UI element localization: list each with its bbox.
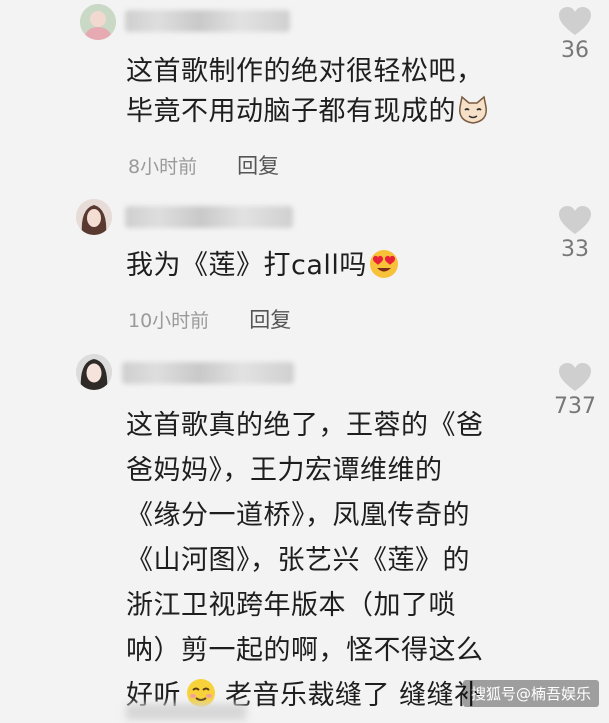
avatar-image [76, 199, 112, 235]
avatar-image [76, 354, 112, 390]
avatar[interactable] [76, 199, 112, 235]
heart-icon [559, 363, 591, 391]
heart-icon [559, 7, 591, 35]
username-blurred[interactable] [125, 206, 293, 228]
comment-meta: 8小时前 回复 [128, 150, 279, 180]
username-blurred[interactable] [125, 10, 290, 32]
comment-line: 《缘分一道桥》，凤凰传奇的 [126, 500, 470, 531]
comment-line: 我为《莲》打call吗 [126, 246, 401, 291]
like-count: 737 [554, 394, 596, 419]
comment-text: 这首歌制作的绝对很轻松吧， 毕竟不用动脑子都有现成的 [126, 52, 490, 137]
avatar-image [80, 4, 116, 40]
comment-line: 爸妈妈》，王力宏谭维维的 [126, 455, 443, 486]
heart-eyes-emoji-icon [367, 247, 401, 291]
cat-face-emoji-icon [456, 95, 490, 137]
comment-meta: 10小时前 回复 [128, 304, 291, 334]
reply-button[interactable]: 回复 [249, 308, 291, 332]
comment-line: 这首歌制作的绝对很轻松吧， [126, 56, 484, 87]
cut-off-text-line [126, 704, 246, 720]
like-button[interactable]: 737 [547, 362, 603, 419]
comment-line: 浙江卫视跨年版本（加了唢 [126, 590, 456, 621]
comment-line: 呐）剪一起的啊，怪不得这么 [126, 635, 484, 666]
watermark: 搜狐号@楠吾娱乐 [462, 680, 599, 707]
comment-line: 这首歌真的绝了，王蓉的《爸 [126, 410, 484, 441]
comment-text: 这首歌真的绝了，王蓉的《爸 爸妈妈》，王力宏谭维维的 《缘分一道桥》，凤凰传奇的… [126, 403, 484, 723]
comment-line: 毕竟不用动脑子都有现成的 [126, 92, 490, 137]
timestamp: 8小时前 [128, 156, 198, 178]
like-count: 33 [561, 237, 589, 262]
heart-icon [559, 206, 591, 234]
avatar[interactable] [80, 4, 116, 40]
like-button[interactable]: 36 [547, 6, 603, 63]
comment-line: 《山河图》，张艺兴《莲》的 [126, 545, 470, 576]
comment-text: 我为《莲》打call吗 [126, 246, 401, 291]
avatar[interactable] [76, 354, 112, 390]
timestamp: 10小时前 [128, 310, 210, 332]
like-count: 36 [561, 38, 589, 63]
like-button[interactable]: 33 [547, 205, 603, 262]
username-blurred[interactable] [122, 362, 294, 384]
reply-button[interactable]: 回复 [237, 154, 279, 178]
